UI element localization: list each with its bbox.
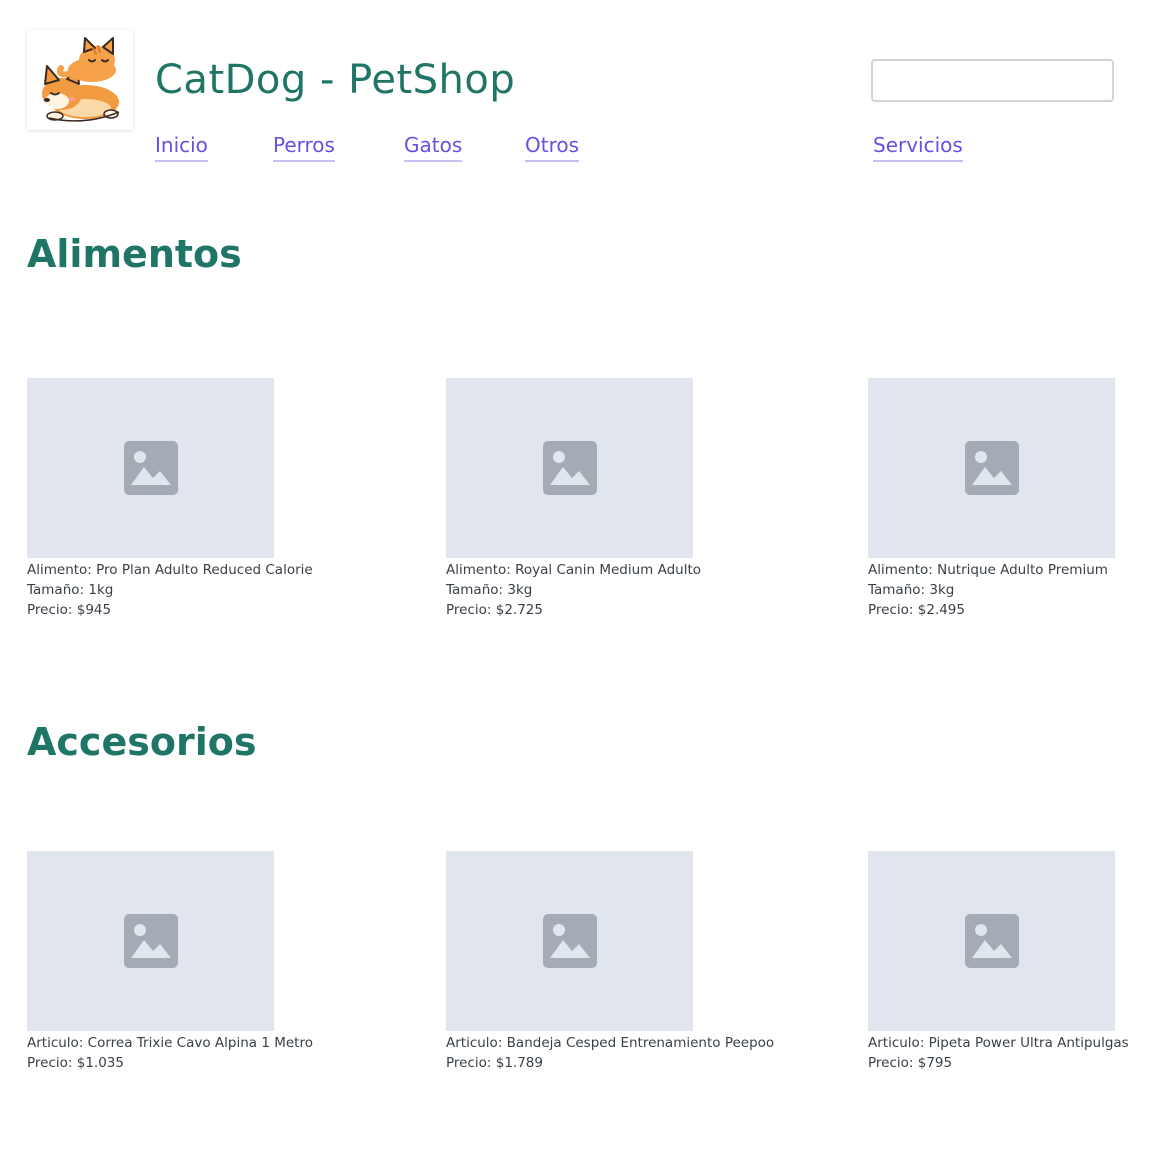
- product-size: Tamaño: 3kg: [868, 582, 955, 598]
- product-size: Tamaño: 3kg: [446, 582, 533, 598]
- image-placeholder-icon: [123, 441, 178, 495]
- site-title: CatDog - PetShop: [155, 57, 516, 103]
- nav-link-servicios[interactable]: Servicios: [873, 131, 963, 162]
- nav-link-perros[interactable]: Perros: [273, 131, 335, 162]
- nav-link-inicio[interactable]: Inicio: [155, 131, 208, 162]
- product-name: Alimento: Pro Plan Adulto Reduced Calori…: [27, 562, 313, 578]
- product-name: Articulo: Pipeta Power Ultra Antipulgas: [868, 1035, 1129, 1051]
- product-price: Precio: $2.495: [868, 602, 965, 618]
- image-placeholder-icon: [964, 441, 1019, 495]
- product-card[interactable]: Articulo: Pipeta Power Ultra Antipulgas …: [868, 851, 1160, 1073]
- product-card[interactable]: Articulo: Bandeja Cesped Entrenamiento P…: [446, 851, 775, 1073]
- cat-dog-logo-icon: [42, 37, 120, 122]
- section-title-alimentos: Alimentos: [27, 232, 242, 276]
- product-card[interactable]: Articulo: Correa Trixie Cavo Alpina 1 Me…: [27, 851, 327, 1073]
- search-input[interactable]: [871, 59, 1114, 102]
- nav-link-gatos[interactable]: Gatos: [404, 131, 463, 162]
- product-price: Precio: $795: [868, 1055, 953, 1071]
- image-placeholder-icon: [964, 914, 1019, 968]
- product-image: [446, 378, 693, 558]
- product-size: Tamaño: 1kg: [27, 582, 114, 598]
- product-card[interactable]: Alimento: Pro Plan Adulto Reduced Calori…: [27, 378, 327, 620]
- image-placeholder-icon: [123, 914, 178, 968]
- product-price: Precio: $945: [27, 602, 112, 618]
- product-name: Articulo: Correa Trixie Cavo Alpina 1 Me…: [27, 1035, 313, 1051]
- section-title-accesorios: Accesorios: [27, 720, 257, 764]
- product-image: [27, 378, 274, 558]
- product-card[interactable]: Alimento: Royal Canin Medium Adulto Tama…: [446, 378, 746, 620]
- logo[interactable]: [27, 30, 133, 130]
- product-image: [868, 378, 1115, 558]
- product-name: Alimento: Royal Canin Medium Adulto: [446, 562, 702, 578]
- product-image: [446, 851, 693, 1031]
- image-placeholder-icon: [542, 914, 597, 968]
- product-image: [27, 851, 274, 1031]
- product-price: Precio: $1.789: [446, 1055, 543, 1071]
- nav-link-otros[interactable]: Otros: [525, 131, 580, 162]
- product-price: Precio: $1.035: [27, 1055, 124, 1071]
- product-image: [868, 851, 1115, 1031]
- product-name: Articulo: Bandeja Cesped Entrenamiento P…: [446, 1035, 775, 1051]
- product-price: Precio: $2.725: [446, 602, 543, 618]
- image-placeholder-icon: [542, 441, 597, 495]
- product-card[interactable]: Alimento: Nutrique Adulto Premium Tamaño…: [868, 378, 1160, 620]
- product-name: Alimento: Nutrique Adulto Premium: [868, 562, 1108, 578]
